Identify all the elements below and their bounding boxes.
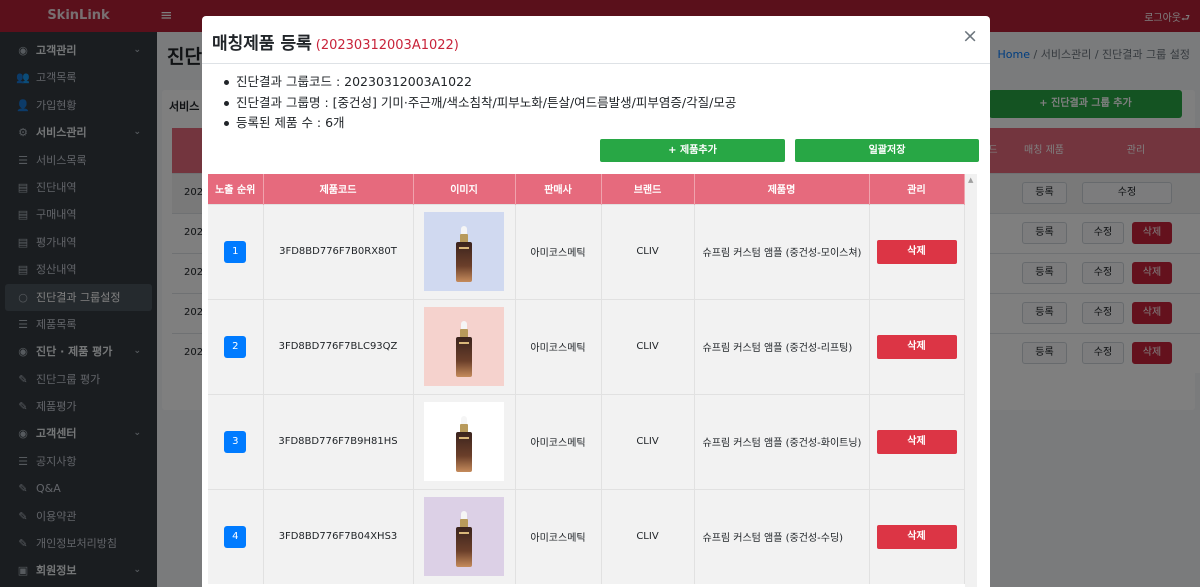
bottle-shape: [456, 242, 472, 282]
info-group-code: 진단결과 그룹코드 : 20230312003A1022: [224, 72, 736, 93]
scroll-up-icon[interactable]: ▲: [968, 176, 973, 184]
modal-header: 매칭제품 등록 (20230312003A1022) ×: [202, 16, 990, 64]
delete-button[interactable]: 삭제: [876, 239, 957, 264]
column-header-name: 제품명: [694, 174, 870, 204]
info-group-name: 진단결과 그룹명 : [중건성] 기미·주근깨/색소침착/피부노화/튼살/여드름…: [224, 93, 736, 114]
column-header-code: 제품코드: [263, 174, 414, 204]
product-code-cell: 3FD8BD776F7B04XHS3: [263, 488, 414, 584]
product-image: [424, 402, 504, 481]
dropper-shape: [461, 321, 467, 329]
manage-cell: 삭제: [869, 298, 965, 394]
brand-cell: CLIV: [601, 488, 695, 584]
rank-cell: 4: [208, 488, 264, 584]
image-cell: [413, 298, 516, 394]
matching-product-modal: 매칭제품 등록 (20230312003A1022) × 진단결과 그룹코드 : …: [202, 16, 990, 587]
modal-group-code: (20230312003A1022): [315, 38, 459, 53]
delete-button[interactable]: 삭제: [876, 334, 957, 359]
group-info-list: 진단결과 그룹코드 : 20230312003A1022 진단결과 그룹명 : …: [224, 72, 736, 134]
table-row: 3 3FD8BD776F7B9H81HS 아미코스메틱 CLIV 슈프림 커스텀 앰플 …: [208, 393, 965, 489]
brand-cell: CLIV: [601, 393, 695, 489]
delete-button[interactable]: 삭제: [876, 524, 957, 549]
product-image: [424, 307, 504, 386]
product-table: 노출 순위 제품코드 이미지 판매사 브랜드 제품명 관리 1 3FD8BD776…: [208, 174, 965, 584]
dropper-shape: [461, 226, 467, 234]
rank-cell: 2: [208, 298, 264, 394]
column-header-image: 이미지: [413, 174, 516, 204]
seller-cell: 아미코스메틱: [515, 203, 602, 299]
table-scrollbar[interactable]: ▲: [965, 174, 977, 587]
manage-cell: 삭제: [869, 203, 965, 299]
column-header-manage: 관리: [869, 174, 965, 204]
bottle-shape: [456, 527, 472, 568]
brand-cell: CLIV: [601, 298, 695, 394]
image-cell: [413, 203, 516, 299]
product-image: [424, 212, 504, 291]
bottle-shape: [456, 432, 472, 472]
column-header-brand: 브랜드: [601, 174, 695, 204]
column-header-rank: 노출 순위: [208, 174, 264, 204]
close-icon[interactable]: ×: [962, 25, 978, 47]
manage-cell: 삭제: [869, 393, 965, 489]
rank-cell: 1: [208, 203, 264, 299]
product-name-cell: 슈프림 커스텀 앰플 (중건성-수딩): [694, 488, 870, 584]
delete-button[interactable]: 삭제: [876, 429, 957, 454]
modal-title: 매칭제품 등록 (20230312003A1022): [212, 34, 459, 54]
table-row: 2 3FD8BD776F7BLC93QZ 아미코스메틱 CLIV 슈프림 커스텀 앰플 …: [208, 298, 965, 394]
seller-cell: 아미코스메틱: [515, 298, 602, 394]
product-table-container: 노출 순위 제품코드 이미지 판매사 브랜드 제품명 관리 1 3FD8BD776…: [208, 174, 982, 587]
image-cell: [413, 393, 516, 489]
column-header-seller: 판매사: [515, 174, 602, 204]
rank-badge[interactable]: 3: [224, 430, 247, 453]
dropper-shape: [461, 511, 467, 520]
bottle-shape: [456, 337, 472, 377]
product-code-cell: 3FD8BD776F7BLC93QZ: [263, 298, 414, 394]
product-code-cell: 3FD8BD776F7B9H81HS: [263, 393, 414, 489]
save-all-button[interactable]: 일괄저장: [795, 139, 979, 162]
manage-cell: 삭제: [869, 488, 965, 584]
product-code-cell: 3FD8BD776F7B0RX80T: [263, 203, 414, 299]
add-product-button[interactable]: + 제품추가: [600, 139, 785, 162]
rank-badge[interactable]: 2: [224, 335, 247, 358]
table-row: 1 3FD8BD776F7B0RX80T 아미코스메틱 CLIV 슈프림 커스텀 앰플 …: [208, 203, 965, 299]
brand-cell: CLIV: [601, 203, 695, 299]
product-image: [424, 497, 504, 577]
product-name-cell: 슈프림 커스텀 앰플 (중건성-모이스쳐): [694, 203, 870, 299]
table-row: 4 3FD8BD776F7B04XHS3 아미코스메틱 CLIV 슈프림 커스텀 앰플 …: [208, 488, 965, 584]
rank-badge[interactable]: 1: [224, 240, 247, 263]
dropper-shape: [461, 416, 467, 424]
product-name-cell: 슈프림 커스텀 앰플 (중건성-화이트닝): [694, 393, 870, 489]
image-cell: [413, 488, 516, 584]
seller-cell: 아미코스메틱: [515, 488, 602, 584]
rank-badge[interactable]: 4: [224, 525, 247, 548]
rank-cell: 3: [208, 393, 264, 489]
seller-cell: 아미코스메틱: [515, 393, 602, 489]
info-product-count: 등록된 제품 수 : 6개: [224, 113, 736, 134]
product-name-cell: 슈프림 커스텀 앰플 (중건성-리프팅): [694, 298, 870, 394]
